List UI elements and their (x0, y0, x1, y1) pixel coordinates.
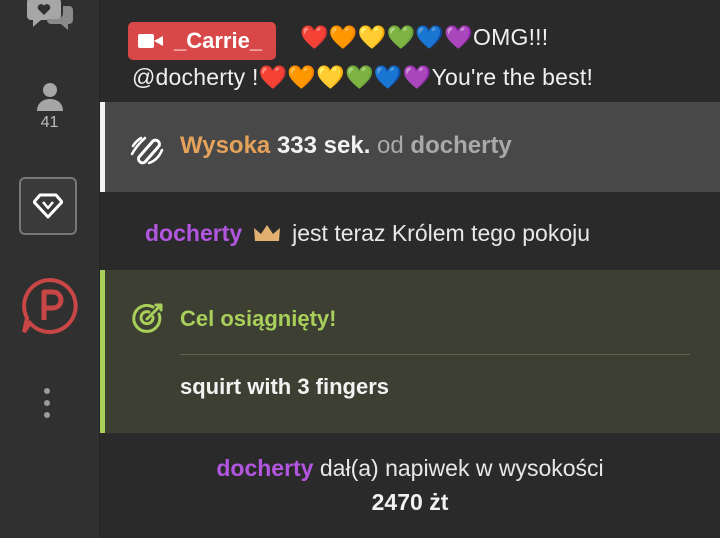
sidebar: 41 (0, 0, 100, 538)
chat-bubbles-heart-icon (26, 0, 73, 30)
message-text-line1: ❤️🧡💛💚💙💜OMG!!! (300, 24, 549, 50)
tip-menu-button[interactable] (0, 276, 99, 336)
tip-user[interactable]: docherty (216, 455, 313, 481)
users-count: 41 (40, 114, 59, 131)
king-user[interactable]: docherty (145, 220, 242, 247)
tip-level-text: Wysoka 333 sek. od docherty (180, 132, 512, 160)
tip-message: docherty dał(a) napiwek w wysokości 2470… (100, 433, 720, 538)
user-icon (36, 83, 63, 111)
chat-bubbles-heart-button[interactable] (0, 0, 99, 30)
tip-level-name: Wysoka (180, 132, 271, 159)
tip-amount: 2470 żt (371, 489, 449, 515)
message-text-line2: @docherty !❤️🧡💛💚💙💜You're the best! (132, 64, 594, 90)
crown-icon (254, 224, 281, 241)
more-options-icon[interactable] (44, 388, 50, 418)
vibration-icon (130, 136, 164, 165)
goal-title: Cel osiągnięty! (180, 306, 337, 331)
king-text: jest teraz Królem tego pokoju (292, 220, 591, 246)
goal-description: squirt with 3 fingers (180, 374, 390, 399)
tip-level-message: Wysoka 333 sek. od docherty (100, 102, 720, 192)
diamond-icon (33, 193, 63, 219)
chat-message-host: _Carrie_ ❤️🧡💛💚💙💜OMG!!! @docherty !❤️🧡💛💚💙… (100, 0, 720, 102)
p-coin-icon (21, 277, 78, 334)
king-message: docherty jest teraz Królem tego pokoju (100, 192, 720, 270)
tip-level-from: od (377, 132, 404, 159)
target-icon (132, 303, 163, 333)
goal-divider (180, 354, 690, 355)
tip-text: dał(a) napiwek w wysokości (319, 455, 604, 481)
diamond-button[interactable] (19, 177, 77, 235)
users-button[interactable]: 41 (0, 80, 99, 132)
chat-feed: _Carrie_ ❤️🧡💛💚💙💜OMG!!! @docherty !❤️🧡💛💚💙… (100, 0, 720, 538)
host-badge[interactable]: _Carrie_ (128, 22, 277, 60)
tip-level-duration: 333 sek. (276, 132, 371, 159)
host-name: _Carrie_ (174, 28, 263, 53)
camera-icon (138, 33, 164, 49)
goal-message: Cel osiągnięty! squirt with 3 fingers (100, 270, 720, 433)
tip-level-user[interactable]: docherty (410, 132, 511, 159)
